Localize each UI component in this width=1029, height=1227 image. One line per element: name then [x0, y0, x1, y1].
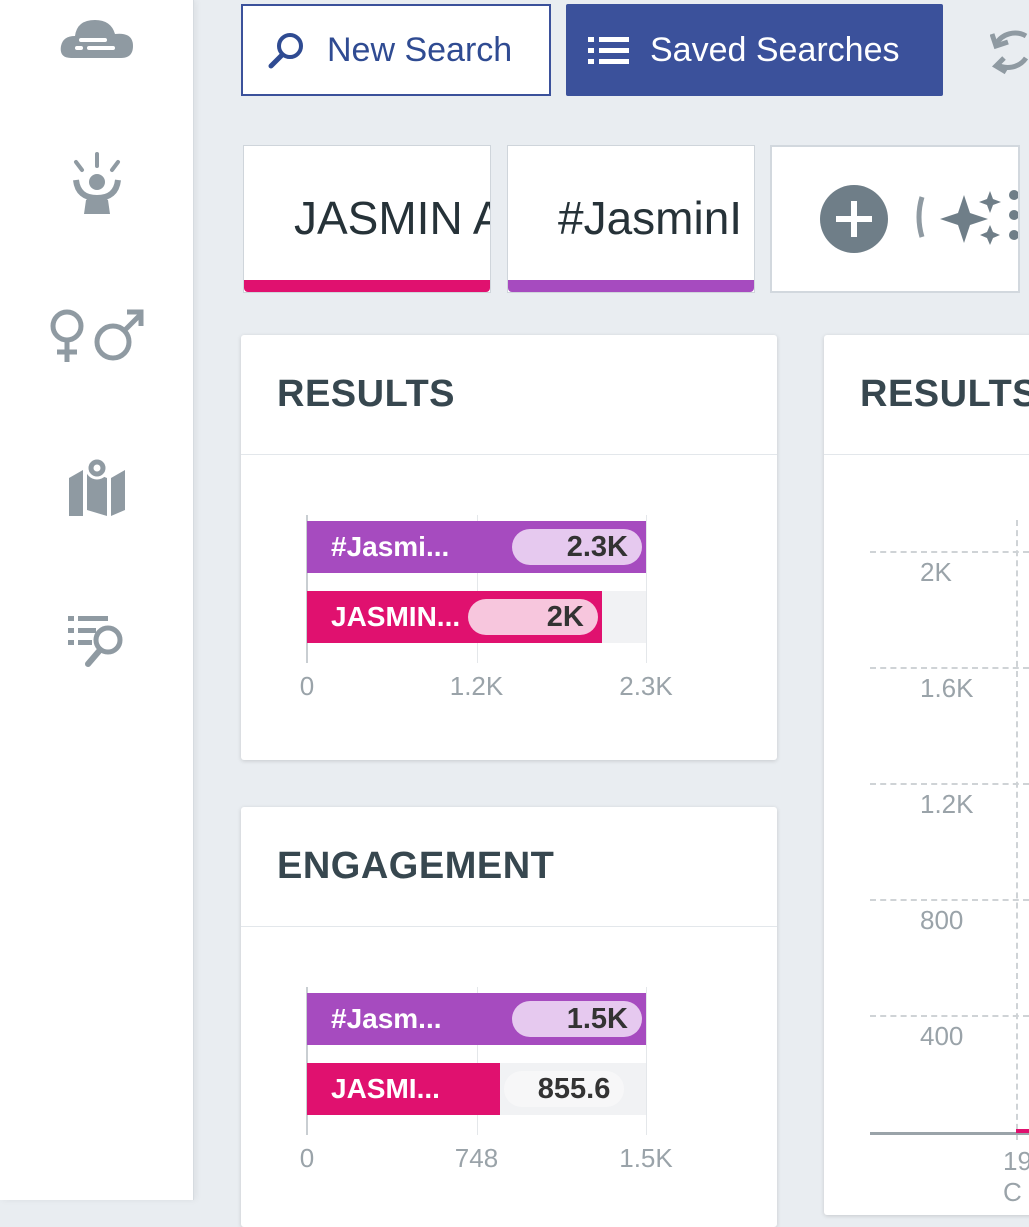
card-title: ENGAGEMENT	[277, 845, 555, 887]
x-tick-label: 748	[454, 1143, 499, 1173]
grid-line	[870, 551, 1029, 553]
y-tick-label: 2K	[920, 557, 952, 587]
grid-line	[870, 899, 1029, 901]
tab-color-bar	[508, 280, 754, 292]
grid-line	[870, 783, 1029, 785]
y-tick-label: 400	[920, 1021, 964, 1051]
search-icon	[268, 33, 303, 69]
spotlight-person-icon[interactable]	[62, 150, 132, 221]
list-search-icon[interactable]	[66, 610, 128, 673]
x-axis-line	[870, 1132, 1029, 1135]
value-label: 855.6	[504, 1071, 625, 1107]
cloud-icon[interactable]	[59, 14, 135, 65]
tab-color-bar	[244, 280, 490, 292]
results-timeline-card: RESULTS	[824, 335, 1029, 1215]
bar-label: JASMIN...	[331, 601, 461, 632]
x-tick-label: 0	[299, 1143, 315, 1173]
x-tick-label: 1.2K	[449, 671, 504, 701]
series-line	[1016, 1129, 1029, 1133]
tab-jasmin-hashtag[interactable]: #JasminI	[507, 145, 755, 293]
bar-label: JASMI...	[331, 1073, 440, 1104]
bar-label: #Jasmi...	[331, 531, 450, 562]
card-title: RESULTS	[860, 373, 1029, 415]
x-tick-label: 1.5K	[619, 1143, 673, 1173]
add-search-tab[interactable]	[770, 145, 1020, 293]
plus-circle-icon[interactable]	[818, 183, 890, 255]
saved-searches-label: Saved Searches	[650, 30, 900, 69]
sparkle-icon[interactable]	[912, 187, 1020, 247]
tab-jasmin-a[interactable]: JASMIN A	[243, 145, 491, 293]
value-label: 2.3K	[512, 529, 642, 565]
tab-label: #JasminI	[558, 192, 743, 244]
x-tick-label: 19 C	[1003, 1146, 1029, 1207]
grid-line	[870, 1015, 1029, 1017]
chart-tick-line	[646, 987, 647, 1135]
tab-label: JASMIN A	[294, 192, 491, 244]
gender-icon[interactable]	[49, 304, 145, 371]
map-pin-icon[interactable]	[67, 456, 127, 523]
bar-label: #Jasm...	[331, 1003, 442, 1034]
y-tick-label: 1.2K	[920, 789, 974, 819]
chart-tick-line	[646, 515, 647, 663]
refresh-icon[interactable]	[989, 22, 1029, 83]
vertical-grid-line	[1016, 520, 1018, 1140]
y-tick-label: 1.6K	[920, 673, 974, 703]
card-header: ENGAGEMENT	[241, 807, 777, 927]
grid-line	[870, 667, 1029, 669]
sidebar	[0, 0, 194, 1200]
value-label: 2K	[467, 599, 598, 635]
card-header: RESULTS	[824, 335, 1029, 455]
new-search-label: New Search	[327, 30, 513, 69]
card-header: RESULTS	[241, 335, 777, 455]
list-icon	[588, 37, 629, 64]
saved-searches-button[interactable]: Saved Searches	[566, 4, 943, 96]
new-search-button[interactable]: New Search	[241, 4, 551, 96]
x-tick-label: 2.3K	[619, 671, 673, 701]
y-tick-label: 800	[920, 905, 964, 935]
x-tick-label: 0	[299, 671, 315, 701]
value-label: 1.5K	[512, 1001, 642, 1037]
card-title: RESULTS	[277, 373, 456, 415]
